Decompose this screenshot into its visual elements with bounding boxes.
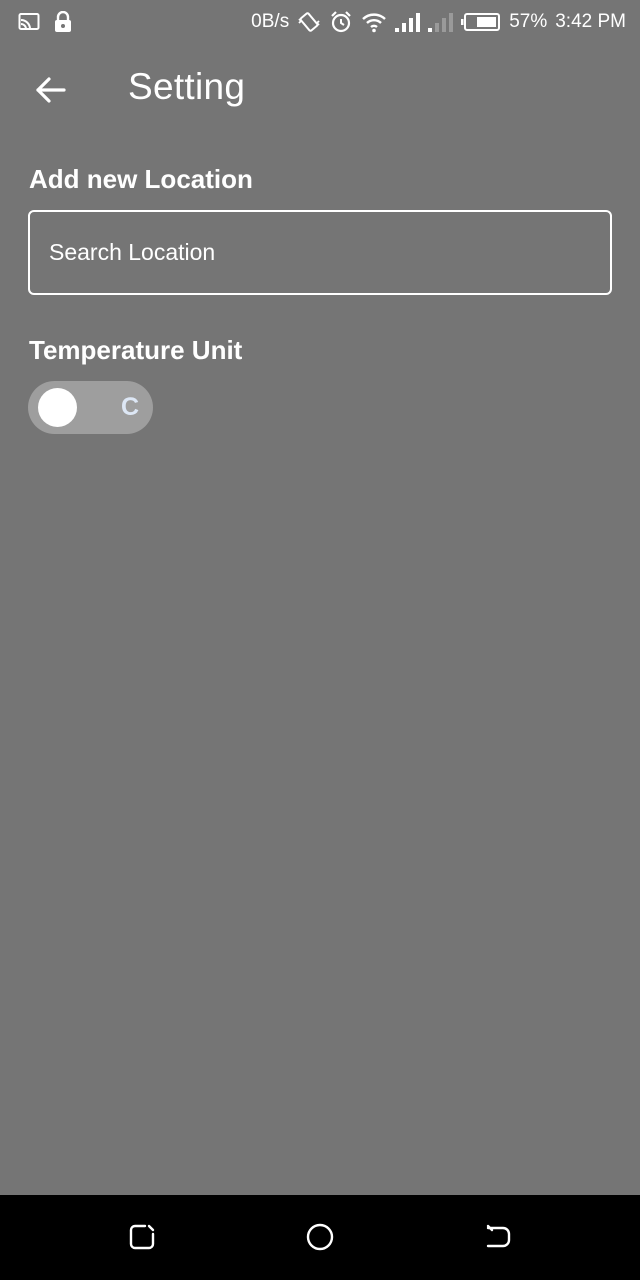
search-location-input[interactable] bbox=[47, 238, 610, 267]
vibrate-icon bbox=[297, 11, 321, 33]
add-location-label: Add new Location bbox=[29, 164, 253, 194]
app-bar: Setting bbox=[0, 44, 640, 140]
back-button[interactable] bbox=[22, 68, 78, 116]
cast-icon bbox=[18, 12, 40, 32]
temperature-unit-label: Temperature Unit bbox=[29, 335, 243, 365]
status-right: 0B/s 57% 3:42 PM bbox=[251, 10, 626, 34]
network-speed: 0B/s bbox=[251, 11, 290, 32]
page-title: Setting bbox=[128, 66, 246, 107]
arrow-left-icon bbox=[34, 76, 66, 109]
temperature-unit-toggle[interactable]: C bbox=[28, 381, 153, 434]
search-location-field[interactable] bbox=[28, 210, 612, 295]
clock: 3:42 PM bbox=[555, 11, 626, 32]
signal-icon bbox=[395, 11, 454, 33]
back-nav-icon bbox=[484, 1223, 512, 1256]
navigation-bar bbox=[0, 1195, 640, 1280]
battery-icon bbox=[461, 12, 501, 32]
back-nav-button[interactable] bbox=[476, 1217, 520, 1261]
recent-apps-icon bbox=[128, 1223, 156, 1256]
alarm-icon bbox=[329, 10, 353, 34]
status-bar: 0B/s 57% 3:42 PM bbox=[0, 0, 640, 44]
toggle-knob bbox=[38, 388, 77, 427]
status-left bbox=[18, 11, 72, 33]
home-icon bbox=[305, 1222, 335, 1257]
wifi-icon bbox=[361, 11, 387, 33]
toggle-unit-text: C bbox=[120, 393, 139, 421]
recent-apps-button[interactable] bbox=[120, 1217, 164, 1261]
home-button[interactable] bbox=[298, 1217, 342, 1261]
settings-screen: 0B/s 57% 3:42 PM Setting Add new Locatio… bbox=[0, 0, 640, 1280]
lock-icon bbox=[54, 11, 72, 33]
battery-percent: 57% bbox=[509, 11, 548, 32]
